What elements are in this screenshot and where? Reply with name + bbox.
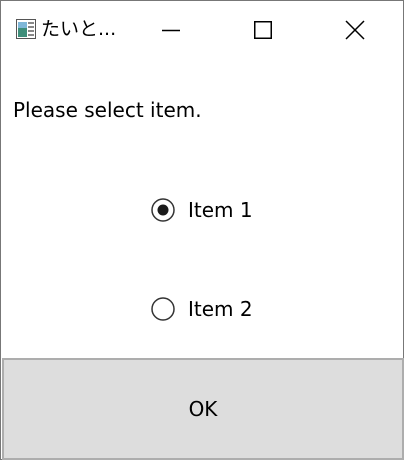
app-icon — [16, 19, 36, 39]
ok-button[interactable]: OK — [2, 358, 404, 460]
minimize-icon — [162, 29, 180, 32]
ok-button-label: OK — [188, 397, 218, 421]
radio-checked-icon[interactable] — [151, 198, 175, 222]
maximize-button[interactable] — [231, 1, 295, 59]
window-title: たいと... — [41, 18, 117, 40]
minimize-button[interactable] — [139, 1, 203, 59]
prompt-text: Please select item. — [13, 98, 202, 122]
close-icon — [345, 20, 365, 40]
radio-item-1[interactable]: Item 1 — [151, 197, 253, 223]
dialog-window: たいと... Please select item. Item 1 Item 2… — [0, 0, 404, 460]
close-button[interactable] — [323, 1, 387, 59]
radio-item-2[interactable]: Item 2 — [151, 296, 253, 322]
title-bar[interactable]: たいと... — [1, 1, 403, 59]
radio-unchecked-icon[interactable] — [151, 297, 175, 321]
radio-label-item-1[interactable]: Item 1 — [188, 197, 253, 223]
radio-label-item-2[interactable]: Item 2 — [188, 296, 253, 322]
maximize-icon — [254, 21, 272, 39]
